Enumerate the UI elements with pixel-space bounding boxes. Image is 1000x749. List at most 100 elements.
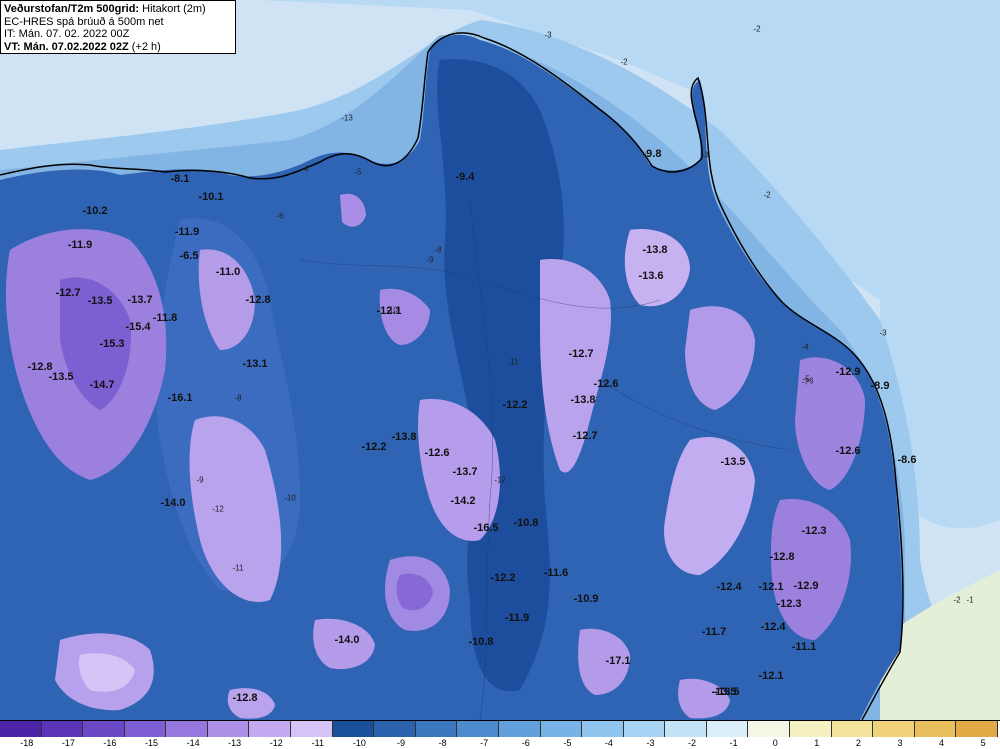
- contour-label: -1: [966, 595, 974, 605]
- contour-label: -13: [341, 113, 353, 123]
- point-value: -15.3: [99, 338, 125, 350]
- scale-swatch: [706, 721, 749, 737]
- scale-swatch: [332, 721, 375, 737]
- point-value: -14.7: [89, 379, 115, 391]
- map-title: Veðurstofan/T2m 500grid: Hitakort (2m): [4, 3, 206, 15]
- scale-label: -6: [521, 738, 530, 748]
- scale-label: -2: [688, 738, 697, 748]
- point-value: -13.8: [642, 244, 668, 256]
- point-value: -11.9: [67, 239, 93, 251]
- contour-label: -3: [879, 328, 887, 338]
- scale-label: 2: [855, 738, 861, 748]
- point-value: -11.9: [504, 612, 530, 624]
- scale-label: -1: [729, 738, 738, 748]
- scale-label: -13: [228, 738, 242, 748]
- point-value: -13.5: [87, 295, 113, 307]
- point-value: -12.8: [245, 294, 271, 306]
- point-value: -13.6: [638, 270, 664, 282]
- point-value: -12.1: [758, 581, 784, 593]
- scale-swatch: [582, 721, 624, 737]
- scale-label: -16: [103, 738, 117, 748]
- scale-swatch: [291, 721, 333, 737]
- point-value: -10.8: [513, 517, 539, 529]
- scale-swatch: [415, 721, 458, 737]
- scale-swatch: [665, 721, 707, 737]
- contour-label: -7: [801, 377, 809, 387]
- scale-swatch: [0, 721, 42, 737]
- point-value: -12.6: [593, 378, 619, 390]
- scale-swatch: [249, 721, 292, 737]
- scale-swatch: [873, 721, 915, 737]
- contour-label: -4: [301, 164, 309, 174]
- point-value: -12.2: [490, 572, 516, 584]
- contour-label: -8: [234, 393, 242, 403]
- scale-label: 1: [814, 738, 820, 748]
- point-value: -8.6: [897, 454, 917, 466]
- contour-label: -10: [386, 305, 398, 315]
- scale-swatch: [540, 721, 583, 737]
- scale-label: -17: [61, 738, 75, 748]
- contour-label: -2: [953, 595, 961, 605]
- scale-label: 3: [897, 738, 903, 748]
- point-value: -13.1: [242, 358, 268, 370]
- point-value: -13.5: [48, 371, 74, 383]
- color-scale-legend: -18 -17 -16 -15 -14 -13 -12 -11 -10 -9 -8 -7 -6 -5 -4-…: [0, 720, 1000, 749]
- point-value: -12.7: [55, 287, 81, 299]
- valid-time: VT: Mán. 07.02.2022 02Z (+2 h): [4, 40, 161, 53]
- point-value: -12.2: [502, 399, 528, 411]
- point-value: -8.1: [170, 173, 190, 185]
- point-value: -12.7: [568, 348, 594, 360]
- scale-label: -9: [396, 738, 406, 748]
- map-canvas: [0, 0, 1000, 720]
- contour-label: -12: [494, 475, 506, 485]
- point-value: -9.4: [455, 171, 475, 183]
- scale-swatch: [748, 721, 791, 737]
- point-value: -13.5: [720, 456, 746, 468]
- point-value: -12.8: [769, 551, 795, 563]
- model-label: EC-HRES spá brúuð á 500m net: [4, 15, 164, 28]
- scale-label: -11: [311, 738, 325, 748]
- point-value: -8.9: [870, 380, 890, 392]
- contour-label: -9: [426, 255, 434, 265]
- contour-label: -4: [801, 342, 809, 352]
- temperature-map[interactable]: -8.1 -10.2 -10.1 -11.9 -11.9 -6.5 -11.0 -12.7 -1…: [0, 0, 1000, 720]
- point-value: -15.4: [125, 321, 151, 333]
- point-value: -12.1: [758, 670, 784, 682]
- scale-swatch: [623, 721, 666, 737]
- scale-swatch: [207, 721, 250, 737]
- scale-swatch: [83, 721, 125, 737]
- issue-time: IT: Mán. 07. 02. 2022 00Z: [4, 28, 130, 40]
- point-value: -12.6: [835, 445, 861, 457]
- scale-swatch: [41, 721, 84, 737]
- point-value: -10.9: [573, 593, 599, 605]
- scale-label: -3: [646, 738, 655, 748]
- contour-label: -8: [434, 245, 442, 255]
- scale-label: 5: [980, 738, 986, 748]
- scale-label: -14: [186, 738, 200, 748]
- scale-swatch: [498, 721, 541, 737]
- point-value: -12.2: [361, 441, 387, 453]
- contour-label: -10: [284, 493, 296, 503]
- point-value: -14.0: [160, 497, 186, 509]
- contour-label: -2: [620, 57, 628, 67]
- point-value: -13.7: [127, 294, 153, 306]
- scale-label: 0: [772, 738, 778, 748]
- point-value: -12.9: [835, 366, 861, 378]
- point-value: -12.6: [424, 447, 450, 459]
- scale-swatch: [457, 721, 499, 737]
- point-value: -14.0: [334, 634, 360, 646]
- point-value: -16.1: [167, 392, 193, 404]
- point-value: -11.6: [543, 567, 569, 579]
- scale-swatch: [914, 721, 957, 737]
- point-value: -12.4: [716, 581, 742, 593]
- point-value: -17.1: [605, 655, 631, 667]
- point-value: -11.9: [174, 226, 200, 238]
- map-header: Veðurstofan/T2m 500grid: Hitakort (2m) E…: [0, 0, 236, 54]
- point-value: -12.8: [232, 692, 258, 704]
- contour-label: -5: [354, 167, 362, 177]
- contour-label: -9: [196, 475, 204, 485]
- point-value: -13.7: [452, 466, 478, 478]
- point-value: -6.5: [179, 250, 199, 262]
- scale-label: 4: [939, 738, 945, 748]
- contour-label: -6: [276, 211, 284, 221]
